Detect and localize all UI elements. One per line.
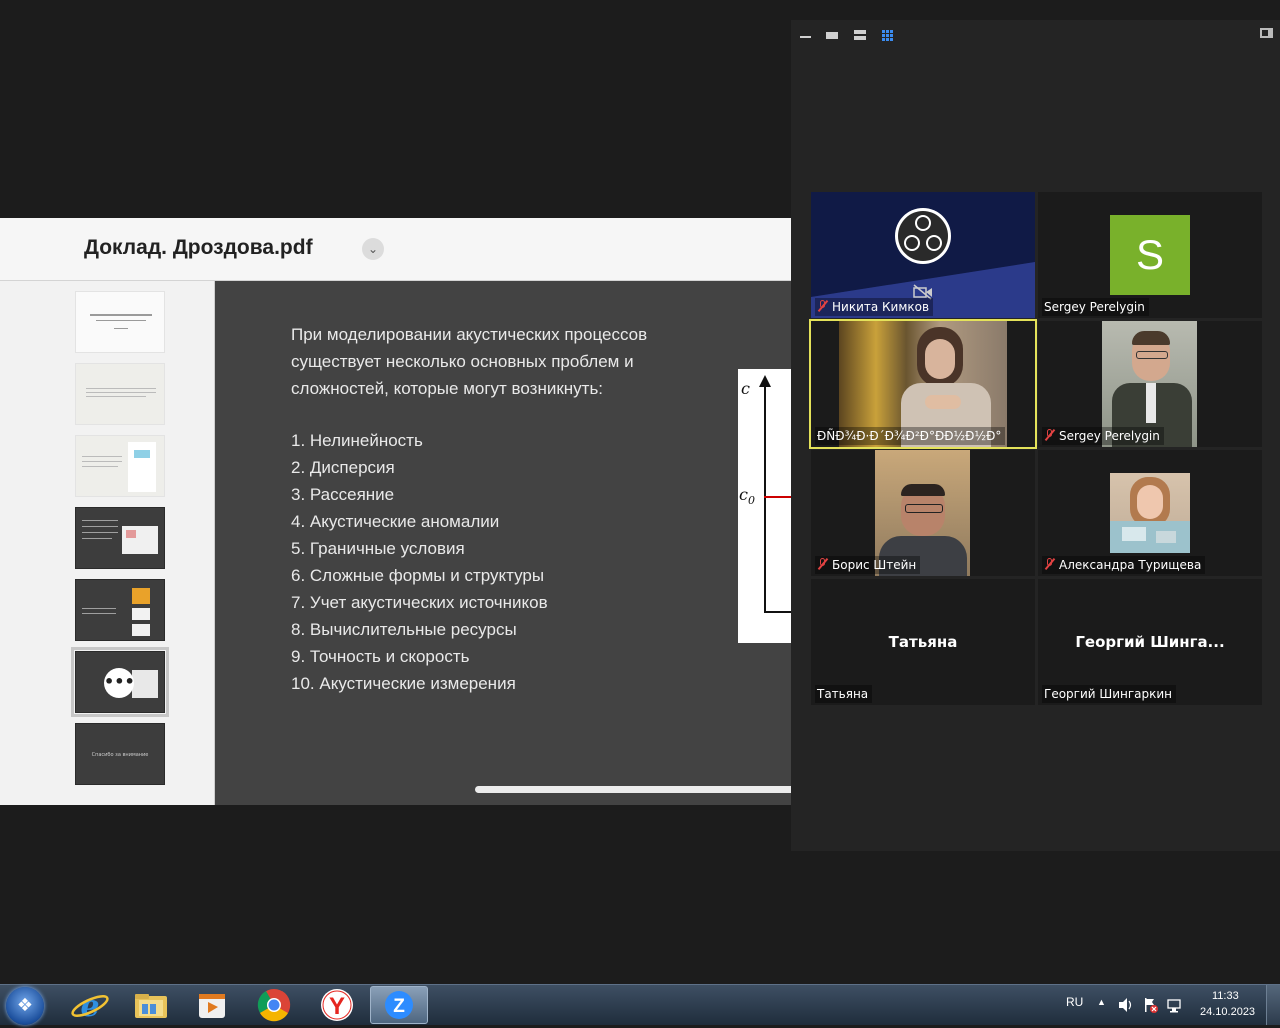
chrome-icon[interactable] [246,986,302,1024]
action-center-flag-icon[interactable] [1142,997,1158,1013]
gallery-view-icon[interactable] [882,30,896,42]
participant-tile[interactable]: Татьяна Татьяна [811,579,1035,705]
avatar: S [1110,215,1190,295]
figure-axis-label: c [741,379,750,398]
figure-vertical-axis [764,383,766,613]
language-indicator[interactable]: RU [1066,995,1083,1009]
start-button[interactable]: ❖ [6,987,44,1025]
clock-time[interactable]: 11:33 [1212,990,1239,1002]
file-explorer-icon[interactable] [122,986,178,1024]
participant-name: ÐÑÐ¾Ð·Ð´Ð¾Ð²Ð°ÐÐ½Ð½Ð° [815,427,1006,445]
chevron-down-icon[interactable]: ⌄ [362,238,384,260]
list-item: 7. Учет акустических источников [291,593,548,612]
participant-tile[interactable]: Георгий Шинга... Георгий Шингаркин [1038,579,1262,705]
show-hidden-icons-icon[interactable]: ▲ [1097,997,1106,1007]
horizontal-scrollbar[interactable] [475,786,791,793]
obs-logo-icon [895,208,951,264]
muted-mic-icon [817,299,829,313]
participant-tile[interactable]: Sergey Perelygin [1038,321,1262,447]
zoom-icon[interactable]: Z [370,986,428,1024]
svg-text:e: e [80,989,99,1024]
shared-screen: Доклад. Дроздова.pdf ⌄ ••• Спасибо за вн… [0,218,791,805]
list-item: 8. Вычислительные ресурсы [291,620,517,639]
yandex-browser-icon[interactable]: Y [308,986,364,1024]
slide-intro-text: При моделировании акустических процессов… [291,325,648,398]
panel-layout-icon[interactable] [1260,28,1274,40]
page-thumbnail-3[interactable] [75,435,165,497]
page-thumbnail-6-current[interactable]: ••• [71,647,169,717]
svg-text:Z: Z [393,996,405,1017]
participant-tile-active-speaker[interactable]: ÐÑÐ¾Ð·Ð´Ð¾Ð²Ð°ÐÐ½Ð½Ð° [809,319,1037,449]
list-item: 6. Сложные формы и структуры [291,566,545,585]
participant-name: Борис Штейн [815,556,921,574]
muted-mic-icon [817,557,829,571]
internet-explorer-icon[interactable]: e [62,986,118,1024]
participant-name: Sergey Perelygin [1042,298,1149,316]
participant-tile[interactable]: Александра Турищева [1038,450,1262,576]
figure-horizontal-axis [764,611,791,613]
list-item: 4. Акустические аномалии [291,512,500,531]
slide-problem-list: 1. Нелинейность 2. Дисперсия 3. Рассеяни… [291,427,548,697]
participant-name: Георгий Шингаркин [1042,685,1177,703]
participant-name: Никита Кимков [815,298,934,316]
participant-tile[interactable]: Никита Кимков [811,192,1035,318]
zoom-gallery-panel: Никита Кимков S Sergey Perelygin ÐÑÐ¾Ð·Ð… [791,20,1280,851]
windows-logo-icon: ❖ [16,995,34,1016]
participant-name: Sergey Perelygin [1042,427,1164,445]
document-title: Доклад. Дроздова.pdf [84,236,313,259]
participant-name: Татьяна [815,685,873,703]
list-item: 10. Акустические измерения [291,674,516,693]
speaker-view-icon[interactable] [826,30,840,42]
page-thumbnail-7[interactable]: Спасибо за внимание [75,723,165,785]
svg-text:Y: Y [329,993,345,1020]
taskbar: ❖ e Y Z RU ▲ 11:33 24.10.2023 [0,984,1280,1025]
participant-center-name: Татьяна [888,633,958,651]
participant-tile[interactable]: S Sergey Perelygin [1038,192,1262,318]
slide-figure: c c0 [738,369,791,643]
participant-center-name: Георгий Шинга... [1075,633,1225,651]
page-thumbnail-4[interactable] [75,507,165,569]
list-item: 2. Дисперсия [291,458,395,477]
current-slide: При моделировании акустических процессов… [215,281,791,805]
figure-c0-line [764,496,791,498]
list-item: 5. Граничные условия [291,539,465,558]
participant-video [1110,473,1190,553]
page-thumbnail-2[interactable] [75,363,165,425]
muted-mic-icon [1044,557,1056,571]
participant-tile[interactable]: Борис Штейн [811,450,1035,576]
participant-name: Александра Турищева [1042,556,1206,574]
volume-icon[interactable] [1117,997,1133,1013]
clock-date[interactable]: 24.10.2023 [1200,1006,1255,1018]
network-icon[interactable] [1166,997,1182,1013]
strip-view-icon[interactable] [854,30,868,42]
pdf-title-bar: Доклад. Дроздова.pdf ⌄ [0,218,791,281]
figure-level-label: c0 [739,485,755,508]
list-item: 9. Точность и скорость [291,647,470,666]
muted-mic-icon [1044,428,1056,442]
list-item: 3. Рассеяние [291,485,395,504]
list-item: 1. Нелинейность [291,431,423,450]
minimize-view-icon[interactable] [799,30,813,42]
page-thumbnail-1[interactable] [75,291,165,353]
thumbnail-sidebar: ••• Спасибо за внимание [0,281,215,805]
show-desktop-button[interactable] [1266,985,1280,1025]
media-player-icon[interactable] [184,986,240,1024]
page-thumbnail-5[interactable] [75,579,165,641]
more-options-icon[interactable]: ••• [104,668,135,698]
